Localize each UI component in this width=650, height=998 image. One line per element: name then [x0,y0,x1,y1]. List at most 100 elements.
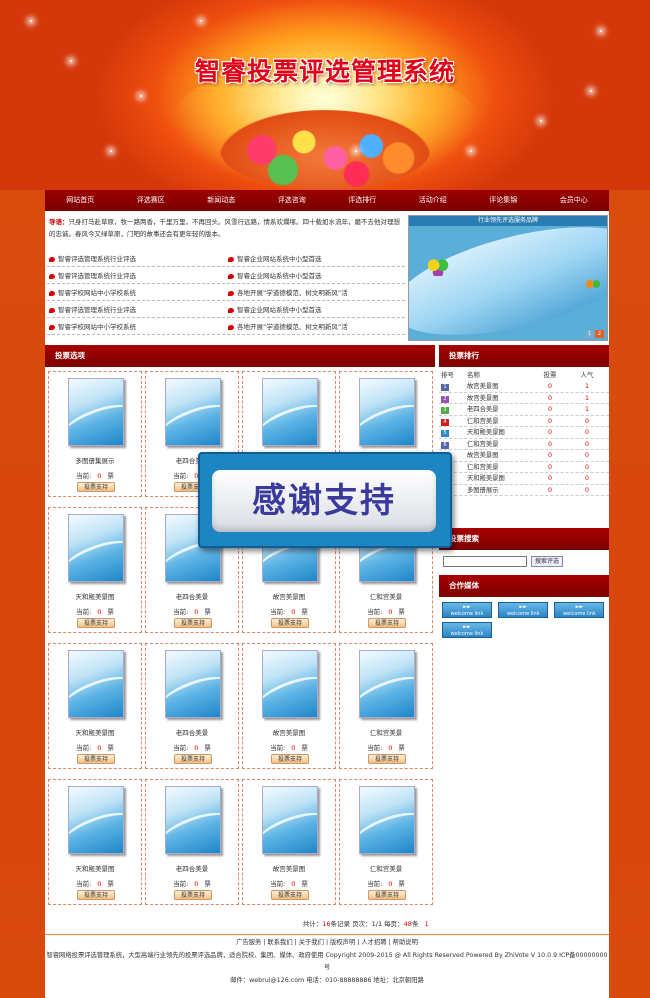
vote-button[interactable]: 投票支持 [174,890,212,900]
rank-row[interactable]: 9天和殿美景图00 [439,473,609,485]
news-item[interactable]: 各地开展“学道德模范、树文明新风”活 [226,321,405,331]
news-item[interactable]: 智睿评选管理系统行业评选 [47,304,226,314]
promo-slideshow[interactable]: 行业领先评选服务品牌 1 2 [408,215,608,341]
vote-button[interactable]: 投票支持 [368,618,406,628]
nav-activity[interactable]: 活动介绍 [398,190,469,211]
vote-button[interactable]: 投票支持 [271,618,309,628]
thanks-overlay: 感谢支持 [198,452,452,548]
rank-name[interactable]: 故宫美景图 [467,393,531,404]
news-item[interactable]: 智睿企业网站系统中小型首选 [226,253,405,263]
option-name[interactable]: 仁和宫美景 [340,727,432,737]
slide-page-2[interactable]: 2 [595,330,604,338]
option-name[interactable]: 天和殿美景图 [49,727,141,737]
vote-button[interactable]: 投票支持 [174,754,212,764]
vote-button[interactable]: 投票支持 [271,890,309,900]
option-thumbnail[interactable] [68,514,124,582]
nav-ranking[interactable]: 评选排行 [327,190,398,211]
vote-button[interactable]: 投票支持 [77,754,115,764]
rank-name[interactable]: 天和殿美景图 [467,427,531,438]
media-link[interactable]: ►► welcome link [554,602,605,618]
option-name[interactable]: 老四合美景 [146,727,238,737]
option-name[interactable]: 仁和宫美景 [340,591,432,601]
media-link[interactable]: ►► welcome link [442,602,492,618]
vote-count: 当前:0票 [76,744,114,752]
option-thumbnail[interactable] [359,786,415,854]
news-item[interactable]: 智睿企业网站系统中小型首选 [226,270,405,280]
news-item[interactable]: 智睿评选管理系统行业评选 [47,253,226,263]
nav-home[interactable]: 网站首页 [45,190,116,211]
search-input[interactable] [443,556,527,567]
nav-regions[interactable]: 评选赛区 [116,190,187,211]
vote-button[interactable]: 投票支持 [77,890,115,900]
rank-row[interactable]: 2 故宫美景图 0 1 [439,393,609,404]
news-item[interactable]: 智睿评选管理系统行业评选 [47,270,226,280]
rank-name[interactable]: 故宫美景图 [467,381,531,392]
vote-button[interactable]: 投票支持 [368,890,406,900]
vote-button[interactable]: 投票支持 [77,618,115,628]
media-link[interactable]: ►► welcome link [442,622,492,638]
option-thumbnail[interactable] [359,650,415,718]
page-number-link[interactable]: 1 [425,920,429,928]
rank-row[interactable]: 10多图册展示00 [439,485,609,496]
rank-name[interactable]: 仁和宫美景 [467,439,531,450]
media-link[interactable]: ►► welcome link [498,602,549,618]
rank-name[interactable]: 仁和宫美景 [467,462,531,473]
nav-consult[interactable]: 评选咨询 [257,190,328,211]
rank-votes: 0 [547,406,552,413]
option-thumbnail[interactable] [165,378,221,446]
vote-button[interactable]: 投票支持 [368,754,406,764]
heart-icon [228,324,234,330]
footer: 广告服务 | 联系我们 | 关于我们 | 版权声明 | 人才招聘 | 帮助说明 … [45,934,609,998]
rank-row[interactable]: 7故宫美景图00 [439,450,609,462]
option-name[interactable]: 天和殿美景图 [49,591,141,601]
vote-search: 搜索评选 [443,556,564,567]
option-thumbnail[interactable] [68,378,124,446]
nav-news[interactable]: 新闻动态 [186,190,257,211]
rank-header: 排号 名称 投票 人气 [441,371,594,379]
option-name[interactable]: 天和殿美景图 [49,863,141,873]
news-item[interactable]: 智睿学校网站中小学校系统 [47,287,226,297]
vote-button[interactable]: 投票支持 [174,618,212,628]
news-item[interactable]: 智睿学校网站中小学校系统 [47,321,226,331]
news-item[interactable]: 各地开展“学道德模范、树文明新风”活 [226,287,405,297]
rank-name[interactable]: 故宫美景图 [467,450,531,461]
nav-comments[interactable]: 评论集锦 [468,190,539,211]
option-name[interactable]: 故宫美景图 [243,591,335,601]
rank-row[interactable]: 8仁和宫美景00 [439,462,609,473]
option-name[interactable]: 多图册集展示 [49,455,141,465]
option-name[interactable]: 故宫美景图 [243,727,335,737]
vote-button[interactable]: 投票支持 [77,482,115,492]
rank-name[interactable]: 仁和宫美景 [467,416,531,427]
option-thumbnail[interactable] [262,378,318,446]
footer-links[interactable]: 广告服务 | 联系我们 | 关于我们 | 版权声明 | 人才招聘 | 帮助说明 [45,937,609,950]
rank-row[interactable]: 3 老四合美景 0 1 [439,404,609,416]
rank-row[interactable]: 6 仁和宫美景 0 0 [439,439,609,450]
vote-card: 仁和宫美景当前:0票投票支持 [339,779,433,905]
option-name[interactable]: 老四合美景 [146,863,238,873]
option-thumbnail[interactable] [359,378,415,446]
vote-button[interactable]: 投票支持 [271,754,309,764]
option-thumbnail[interactable] [68,650,124,718]
option-thumbnail[interactable] [262,786,318,854]
nav-member[interactable]: 会员中心 [539,190,610,211]
rank-popularity: 0 [584,440,589,448]
rank-row[interactable]: 5 天和殿美景图 0 0 [439,427,609,439]
option-name[interactable]: 仁和宫美景 [340,863,432,873]
rank-name[interactable]: 多图册展示 [467,485,531,496]
option-thumbnail[interactable] [262,650,318,718]
rank-name[interactable]: 老四合美景 [467,404,531,415]
news-item[interactable]: 智睿企业网站系统中小型首选 [226,304,405,314]
rank-name[interactable]: 天和殿美景图 [467,473,531,484]
search-button[interactable]: 搜索评选 [531,556,564,567]
option-name[interactable]: 老四合美景 [146,591,238,601]
option-thumbnail[interactable] [165,650,221,718]
heart-icon [49,290,55,296]
option-thumbnail[interactable] [68,786,124,854]
rank-popularity: 0 [584,475,589,482]
slide-page-1[interactable]: 1 [585,330,594,338]
option-name[interactable]: 故宫美景图 [243,863,335,873]
option-thumbnail[interactable] [165,786,221,854]
rank-row[interactable]: 4 仁和宫美景 0 0 [439,416,609,427]
rank-row[interactable]: 1 故宫美景图 0 1 [439,381,609,393]
promo-caption: 行业领先评选服务品牌 [409,216,607,226]
